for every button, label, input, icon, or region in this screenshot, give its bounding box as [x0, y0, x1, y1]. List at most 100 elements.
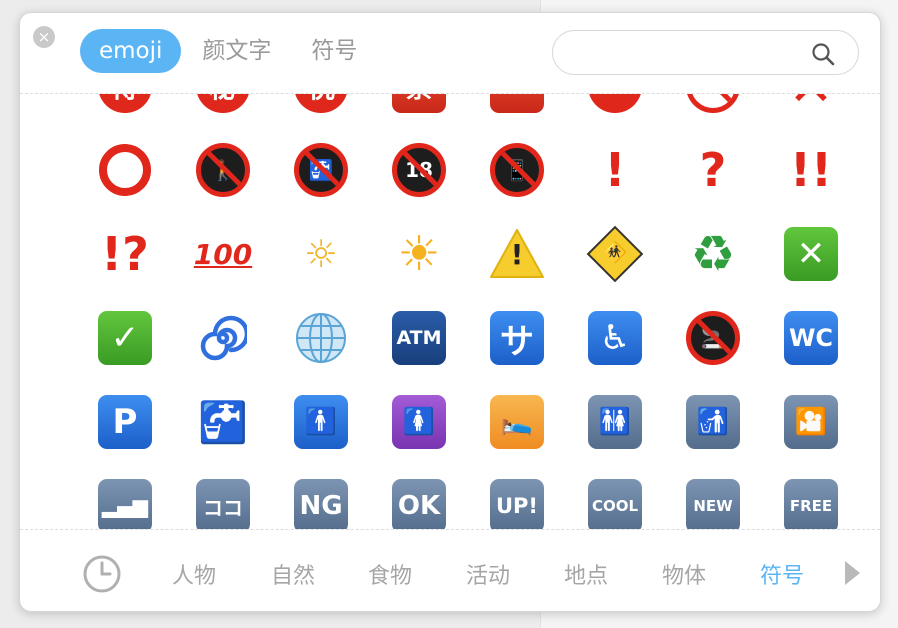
emoji-cell[interactable]: 🚰 [272, 128, 370, 212]
emoji-cell[interactable]: ♻ [664, 212, 762, 296]
emoji-cell[interactable]: 🚸 [566, 212, 664, 296]
antenna-bars-icon: ▂▄▆ [97, 478, 153, 529]
emoji-cell[interactable] [272, 296, 370, 380]
emoji-cell[interactable]: ✓ [76, 296, 174, 380]
emoji-cell[interactable]: 🚰 [174, 380, 272, 464]
recycling-icon: ♻ [690, 225, 736, 283]
question-mark-icon: ? [699, 143, 727, 197]
emoji-cell[interactable]: 18 [370, 128, 468, 212]
no-mobile-phones-icon: 📱 [489, 142, 545, 198]
emoji-cell[interactable]: ▂▄▆ [76, 464, 174, 529]
emoji-cell[interactable]: P [76, 380, 174, 464]
ng-button-icon: NG [293, 478, 349, 529]
emoji-cell[interactable]: ♿ [566, 296, 664, 380]
emoji-cell[interactable]: ✕ [762, 94, 860, 128]
globe-meridians-icon [293, 310, 349, 366]
no-entry-icon [587, 94, 643, 114]
category-bar: 人物 自然 食物 活动 地点 物体 符号 [20, 530, 880, 611]
emoji-cell[interactable]: UP! [468, 464, 566, 529]
search-box[interactable] [552, 30, 859, 75]
bright-button-icon: ☀ [397, 226, 441, 282]
emoji-cell[interactable]: FREE [762, 464, 860, 529]
emoji-cell[interactable]: 🚶 [174, 128, 272, 212]
emoji-cell[interactable]: COOL [566, 464, 664, 529]
emoji-cell[interactable]: 🛌 [468, 380, 566, 464]
emoji-cell[interactable]: 🚹 [272, 380, 370, 464]
non-potable-water-icon: 🚰 [293, 142, 349, 198]
cross-mark-icon: ✕ [783, 94, 839, 118]
emoji-cell[interactable] [174, 296, 272, 380]
emoji-cell[interactable] [566, 94, 664, 128]
emoji-cell[interactable]: ✕ [762, 212, 860, 296]
emoji-cell[interactable]: WC [762, 296, 860, 380]
category-objects[interactable]: 物体 [662, 558, 706, 590]
hundred-points-icon: 100 [193, 237, 253, 271]
emoji-cell[interactable]: NG [272, 464, 370, 529]
tab-symbols[interactable]: 符号 [292, 29, 376, 73]
cross-mark-button-icon: ✕ [783, 226, 839, 282]
no-one-under-eighteen-icon: 18 [391, 142, 447, 198]
picker-tabs: emoji 颜文字 符号 [80, 29, 378, 73]
category-nature[interactable]: 自然 [271, 558, 315, 590]
emoji-picker-panel: × emoji 颜文字 符号 得 秘 祝 票 SOS ✕ 🚶 🚰 18 [19, 12, 881, 612]
no-smoking-icon: 🚬 [685, 310, 741, 366]
emoji-cell[interactable]: 🚺 [370, 380, 468, 464]
emoji-cell[interactable]: SOS [468, 94, 566, 128]
emoji-cell[interactable]: ☼ [272, 212, 370, 296]
warning-icon: ! [489, 226, 545, 282]
emoji-cell[interactable]: ココ [174, 464, 272, 529]
emoji-grid-viewport[interactable]: 得 秘 祝 票 SOS ✕ 🚶 🚰 18 📱 ! ? !! !? 100 ☼ ☀ [20, 94, 880, 529]
emoji-cell[interactable]: 🚬 [664, 296, 762, 380]
search-icon[interactable] [810, 41, 836, 67]
tab-emoji[interactable]: emoji [80, 29, 182, 73]
vacancy-ideograph-icon: 票 [391, 94, 447, 114]
search-input[interactable] [571, 39, 801, 67]
emoji-cell[interactable]: 祝 [272, 94, 370, 128]
emoji-cell[interactable]: サ [468, 296, 566, 380]
service-charge-icon: サ [489, 310, 545, 366]
emoji-cell[interactable] [664, 94, 762, 128]
no-pedestrians-icon: 🚶 [195, 142, 251, 198]
category-food[interactable]: 食物 [368, 558, 412, 590]
emoji-cell[interactable]: ! [566, 128, 664, 212]
up-button-icon: UP! [489, 478, 545, 529]
double-exclamation-icon: !! [790, 143, 832, 197]
tab-kaomoji[interactable]: 颜文字 [183, 29, 290, 73]
emoji-cell[interactable]: NEW [664, 464, 762, 529]
category-activity[interactable]: 活动 [466, 558, 510, 590]
emoji-grid: 得 秘 祝 票 SOS ✕ 🚶 🚰 18 📱 ! ? !! !? 100 ☼ ☀ [76, 94, 860, 529]
exclamation-question-icon: !? [101, 227, 149, 281]
emoji-cell[interactable]: 秘 [174, 94, 272, 128]
check-mark-button-icon: ✓ [97, 310, 153, 366]
emoji-cell[interactable]: ! [468, 212, 566, 296]
emoji-cell[interactable]: !? [76, 212, 174, 296]
secret-ideograph-icon: 秘 [195, 94, 251, 114]
emoji-cell[interactable]: 票 [370, 94, 468, 128]
litter-in-bin-icon: 🚮 [685, 394, 741, 450]
clock-icon[interactable] [82, 554, 122, 594]
arrow-right-icon[interactable] [845, 561, 860, 585]
wheelchair-icon: ♿ [587, 310, 643, 366]
emoji-cell[interactable]: OK [370, 464, 468, 529]
category-people[interactable]: 人物 [172, 558, 216, 590]
hollow-red-circle-icon [97, 142, 153, 198]
emoji-cell[interactable]: 🚮 [664, 380, 762, 464]
emoji-cell[interactable]: 得 [76, 94, 174, 128]
emoji-cell[interactable]: 🎦 [762, 380, 860, 464]
emoji-cell[interactable]: 100 [174, 212, 272, 296]
emoji-cell[interactable]: ? [664, 128, 762, 212]
close-button[interactable]: × [33, 26, 55, 48]
category-symbols[interactable]: 符号 [760, 558, 804, 590]
dim-button-icon: ☼ [303, 232, 339, 276]
emoji-cell[interactable] [76, 128, 174, 212]
emoji-cell[interactable]: !! [762, 128, 860, 212]
baby-symbol-icon: 🛌 [489, 394, 545, 450]
emoji-cell[interactable]: ☀ [370, 212, 468, 296]
water-closet-icon: WC [783, 310, 839, 366]
children-crossing-icon: 🚸 [586, 225, 644, 283]
emoji-cell[interactable]: 🚻 [566, 380, 664, 464]
cool-button-icon: COOL [587, 478, 643, 529]
emoji-cell[interactable]: 📱 [468, 128, 566, 212]
emoji-cell[interactable]: ATM [370, 296, 468, 380]
category-places[interactable]: 地点 [564, 558, 608, 590]
